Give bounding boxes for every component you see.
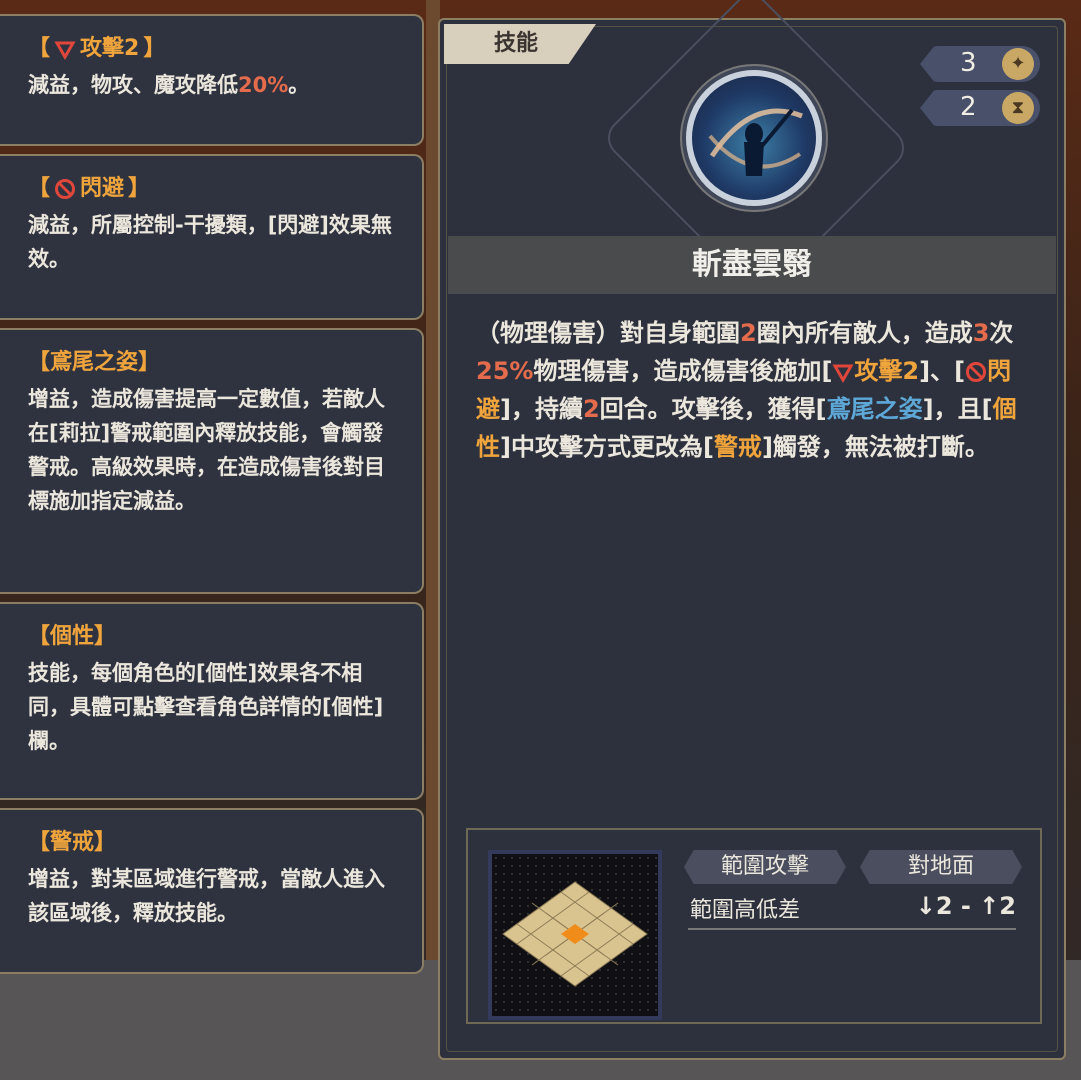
desc-number: 3 [972,319,990,347]
desc-status-attack[interactable]: 攻擊2 [832,357,919,385]
bracket-open: 【 [28,36,51,61]
ground-target-tag: 對地面 [860,850,1022,884]
divider [688,928,1016,930]
desc-number: 2 [582,395,600,423]
desc-text: ]，且[ [922,395,993,423]
desc-text: 圈內所有敵人，造成 [756,319,973,347]
bracket-close: 】 [128,176,151,201]
skill-description: （物理傷害）對自身範圍2圈內所有敵人，造成3次25%物理傷害，造成傷害後施加[攻… [476,314,1036,466]
hourglass-icon: ⧗ [1002,92,1034,124]
bracket-open: 【 [28,176,51,201]
range-diamond-icon [502,881,648,987]
tooltip-body: 減益，物攻、魔攻降低20%。 [28,68,396,102]
cooldown-value: 2 [960,92,977,122]
height-diff-value: ↓2 - ↑2 [915,892,1016,920]
tooltip-body: 技能，每個角色的[個性]效果各不相同，具體可點擊查看角色詳情的[個性]欄。 [28,661,384,753]
skill-name: 斬盡雲翳 [448,236,1056,294]
tooltip-title-text: 閃避 [80,176,125,201]
desc-status-alert[interactable]: 警戒 [714,433,762,461]
desc-text: （物理傷害）對自身範圍 [476,319,740,347]
prohibit-icon [55,179,76,199]
range-info-box: 範圍攻擊 對地面 範圍高低差 ↓2 - ↑2 [466,828,1042,1024]
ap-cost-badge: 3 ✦ [920,46,1040,82]
tooltip-body-end: 。 [288,73,310,97]
desc-text: 回合。攻擊後，獲得[ [599,395,827,423]
star-icon: ✦ [1002,48,1034,80]
tooltip-evade-debuff: 【 閃避 】 減益，所屬控制-干擾類，[閃避]效果無效。 [0,154,424,320]
prohibit-icon [966,362,987,382]
tooltip-personality: 【個性】 技能，每個角色的[個性]效果各不相同，具體可點擊查看角色詳情的[個性]… [0,602,424,800]
height-diff-label: 範圍高低差 [690,898,801,923]
cooldown-badge: 2 ⧗ [920,90,1040,126]
desc-text: ]，持續 [500,395,583,423]
range-attack-tag: 範圍攻擊 [684,850,846,884]
desc-number: 2 [740,319,757,347]
tooltip-title-text: 攻擊2 [80,36,140,61]
desc-text: 次 [989,319,1014,347]
bracket-close: 】 [143,36,166,61]
desc-number: 25% [476,357,534,385]
skill-panel: 技能 3 ✦ 2 ⧗ 斬盡雲翳 （物理傷害）對自身範圍2圈內所有敵人，造成3次2… [438,0,1066,1060]
tooltip-body: 減益，所屬控制-干擾類，[閃避]效果無效。 [28,213,392,271]
tooltip-title: 【個性】 [28,624,117,649]
desc-status-text: 攻擊2 [854,357,920,385]
tooltip-alert: 【警戒】 增益，對某區域進行警戒，當敵人進入該區域後，釋放技能。 [0,808,424,974]
ap-cost-value: 3 [960,48,977,78]
tooltip-body: 增益，對某區域進行警戒，當敵人進入該區域後，釋放技能。 [28,867,385,925]
tooltip-body-value: 20% [238,73,289,97]
range-grid-preview [488,850,662,1020]
down-triangle-icon [832,364,855,383]
tooltip-attack-debuff: 【 攻擊2 】 減益，物攻、魔攻降低20%。 [0,14,424,146]
desc-text: ]觸發，無法被打斷。 [761,433,989,461]
tooltip-body-text: 減益，物攻、魔攻降低 [28,73,238,97]
tooltip-body: 增益，造成傷害提高一定數值，若敵人在[莉拉]警戒範圍內釋放技能，會觸發警戒。高級… [28,387,385,513]
down-triangle-icon [54,41,76,60]
desc-text: ]、[ [919,357,966,385]
tooltip-title: 【警戒】 [28,830,117,855]
skill-icon [686,70,822,206]
desc-status-iris[interactable]: 鳶尾之姿 [827,395,923,423]
desc-text: ]中攻擊方式更改為[ [500,433,714,461]
tooltip-title: 【 閃避 】 [28,174,396,204]
desc-text: 物理傷害，造成傷害後施加[ [533,357,833,385]
tooltip-title: 【 攻擊2 】 [28,34,396,64]
tooltip-title: 【鳶尾之姿】 [28,350,161,375]
swordsman-silhouette-icon [708,108,803,176]
tooltip-iris-stance: 【鳶尾之姿】 增益，造成傷害提高一定數值，若敵人在[莉拉]警戒範圍內釋放技能，會… [0,328,424,594]
